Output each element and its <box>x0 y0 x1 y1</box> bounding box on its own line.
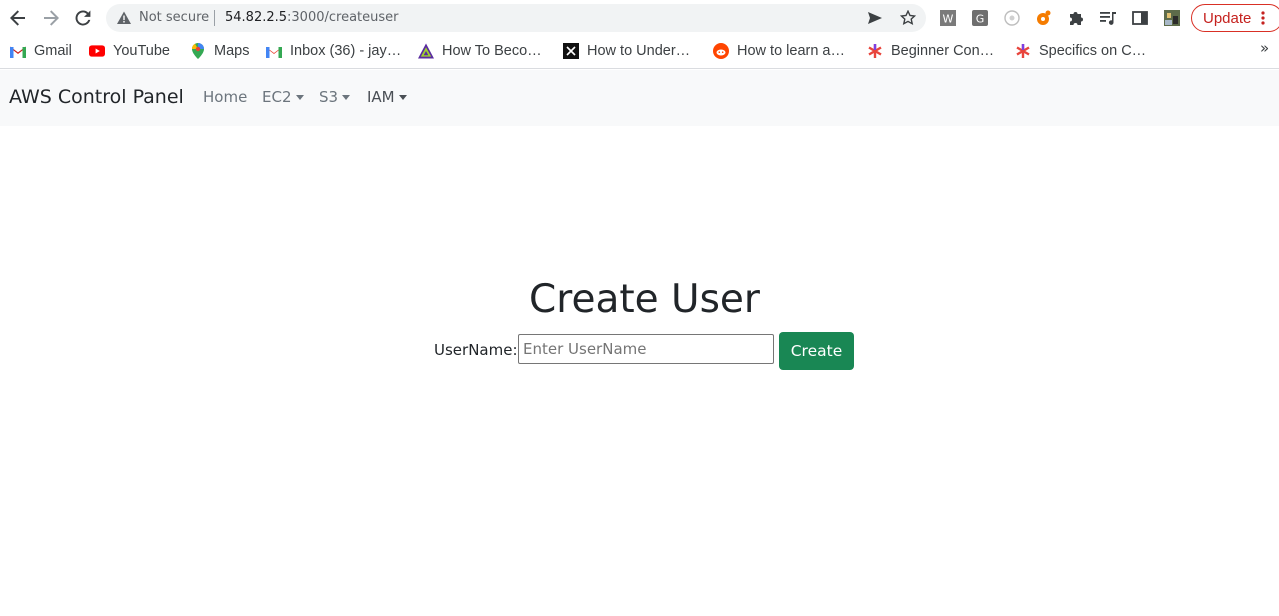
media-icon[interactable] <box>1099 9 1117 27</box>
address-bar[interactable]: Not secure 54.82.2.5:3000/createuser <box>106 4 926 32</box>
bookmarks-bar: Gmail YouTube Maps Inbox (36) - jay… How… <box>0 36 1279 69</box>
gmail-icon <box>10 43 26 59</box>
bookmark-label: How to learn a… <box>737 43 845 59</box>
bookmark-how-to-understand[interactable]: How to Under… <box>563 41 690 61</box>
update-button[interactable]: Update <box>1191 4 1279 32</box>
url-host: 54.82.2.5 <box>225 10 288 25</box>
bookmark-label: YouTube <box>113 43 170 59</box>
nav-link-label: EC2 <box>262 88 292 106</box>
bookmarks-overflow-button[interactable]: » <box>1260 39 1269 57</box>
username-input[interactable] <box>518 334 774 364</box>
nav-link-label: Home <box>203 88 248 106</box>
bookmark-label: Inbox (36) - jay… <box>290 43 402 59</box>
nav-dropdown-ec2[interactable]: EC2 <box>262 87 304 107</box>
svg-text:W: W <box>943 13 954 26</box>
bookmark-label: How To Beco… <box>442 43 542 59</box>
puzzle-icon[interactable] <box>1067 9 1085 27</box>
extension-g-icon[interactable]: G <box>971 9 989 27</box>
maps-icon <box>190 43 206 59</box>
update-label: Update <box>1203 9 1252 27</box>
bookmark-maps[interactable]: Maps <box>190 41 249 61</box>
asterisk-icon <box>867 43 883 59</box>
bookmark-how-to-become[interactable]: How To Beco… <box>418 41 542 61</box>
square-logo-icon <box>563 43 579 59</box>
bookmark-youtube[interactable]: YouTube <box>89 41 170 61</box>
navbar-brand[interactable]: AWS Control Panel <box>9 85 184 109</box>
nav-dropdown-s3[interactable]: S3 <box>319 87 351 107</box>
bookmark-specifics[interactable]: Specifics on C… <box>1015 41 1146 61</box>
bookmark-label: Gmail <box>34 43 72 59</box>
back-icon[interactable] <box>6 6 30 30</box>
create-button[interactable]: Create <box>779 332 854 370</box>
youtube-icon <box>89 43 105 59</box>
caret-down-icon <box>295 94 304 100</box>
star-icon[interactable] <box>900 10 916 26</box>
warning-icon[interactable] <box>116 10 132 26</box>
omnibox-divider <box>214 10 215 26</box>
app-navbar: AWS Control Panel Home EC2 S3 IAM <box>0 70 1279 126</box>
sidepanel-icon[interactable] <box>1131 9 1149 27</box>
bookmark-gmail[interactable]: Gmail <box>10 41 72 61</box>
more-icon[interactable] <box>1261 10 1265 26</box>
bookmark-label: Specifics on C… <box>1039 43 1147 59</box>
bookmark-label: Maps <box>214 43 250 59</box>
reddit-icon <box>713 43 729 59</box>
url-text[interactable]: 54.82.2.5:3000/createuser <box>225 10 399 26</box>
nav-link-label: S3 <box>319 88 339 106</box>
svg-text:G: G <box>976 13 985 26</box>
caret-down-icon <box>398 94 407 100</box>
browser-toolbar: Not secure 54.82.2.5:3000/createuser W G… <box>0 0 1279 36</box>
bookmark-how-to-learn[interactable]: How to learn a… <box>713 41 845 61</box>
gmail-icon <box>266 43 282 59</box>
asterisk-icon <box>1015 43 1031 59</box>
extension-orange-icon[interactable] <box>1035 9 1053 27</box>
triangle-icon <box>418 43 434 59</box>
nav-link-label: IAM <box>367 88 395 106</box>
username-label: UserName: <box>434 341 518 359</box>
nav-link-home[interactable]: Home <box>203 87 247 107</box>
url-path: :3000/createuser <box>287 10 399 25</box>
profile-icon[interactable] <box>1163 9 1181 27</box>
bookmark-inbox[interactable]: Inbox (36) - jay… <box>266 41 401 61</box>
bookmark-label: How to Under… <box>587 43 691 59</box>
bookmark-beginner[interactable]: Beginner Con… <box>867 41 994 61</box>
extension-circle-icon[interactable] <box>1003 9 1021 27</box>
send-icon[interactable] <box>867 10 883 26</box>
caret-down-icon <box>342 94 351 100</box>
forward-icon[interactable] <box>39 6 63 30</box>
reload-icon[interactable] <box>71 6 95 30</box>
extension-w-icon[interactable]: W <box>939 9 957 27</box>
bookmark-label: Beginner Con… <box>891 43 995 59</box>
nav-dropdown-iam[interactable]: IAM <box>367 87 407 107</box>
security-status[interactable]: Not secure <box>139 10 209 26</box>
page-title: Create User <box>529 277 760 322</box>
